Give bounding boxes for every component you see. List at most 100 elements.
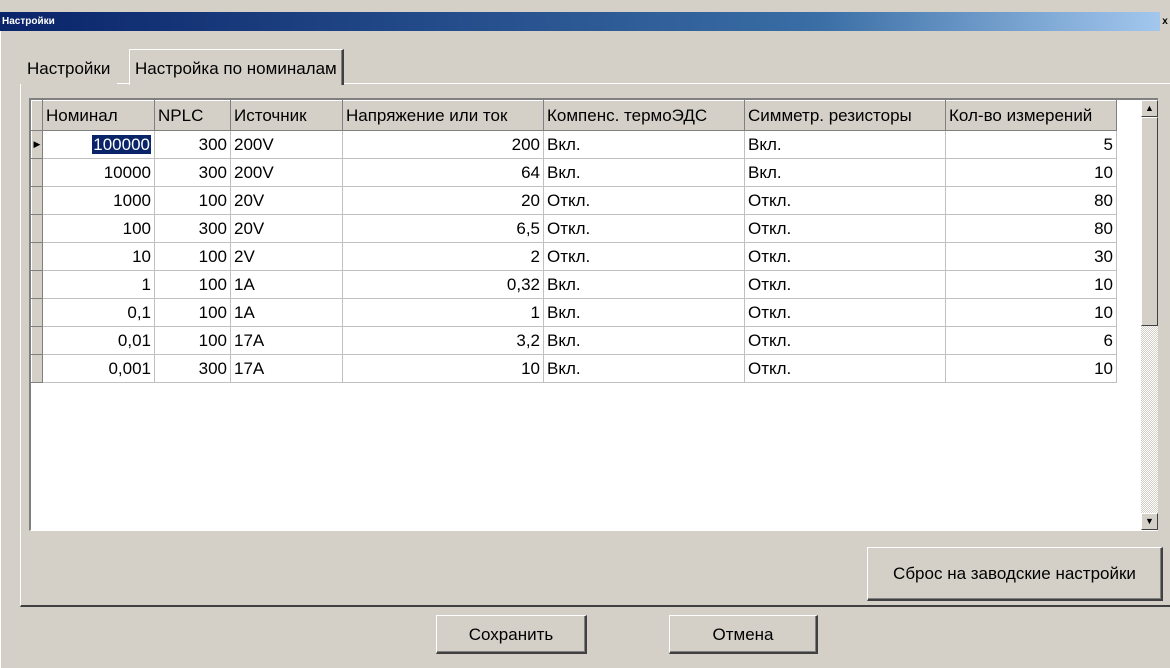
table-cell[interactable]: 100 bbox=[42, 214, 155, 243]
table-row[interactable]: 0,1 100 1A 1 Вкл. Откл. 10 bbox=[31, 298, 1117, 327]
table-row[interactable]: 10000 300 200V 64 Вкл. Вкл. 10 bbox=[31, 158, 1117, 187]
table-cell[interactable]: Вкл. bbox=[543, 158, 745, 187]
table-cell[interactable]: Вкл. bbox=[744, 158, 946, 187]
column-header[interactable]: Компенс. термоЭДС bbox=[543, 100, 745, 131]
table-cell[interactable]: 6,5 bbox=[342, 214, 544, 243]
table-cell[interactable]: 100 bbox=[154, 298, 231, 327]
cancel-button[interactable]: Отмена bbox=[669, 615, 818, 654]
table-cell[interactable]: 20V bbox=[230, 186, 343, 215]
table-row[interactable]: 10 100 2V 2 Откл. Откл. 30 bbox=[31, 242, 1117, 271]
table-cell[interactable]: 300 bbox=[154, 214, 231, 243]
table-cell[interactable]: 10 bbox=[342, 354, 544, 383]
scroll-up-icon[interactable]: ▲ bbox=[1141, 100, 1158, 117]
table-row[interactable]: 1000 100 20V 20 Откл. Откл. 80 bbox=[31, 186, 1117, 215]
table-cell[interactable]: 80 bbox=[945, 186, 1117, 215]
table-cell[interactable]: 17A bbox=[230, 326, 343, 355]
table-cell[interactable]: Откл. bbox=[744, 298, 946, 327]
table-cell[interactable]: 1A bbox=[230, 298, 343, 327]
table-cell[interactable]: Вкл. bbox=[543, 270, 745, 299]
table-cell[interactable]: Вкл. bbox=[744, 130, 946, 159]
row-indicator[interactable] bbox=[31, 354, 43, 383]
column-header[interactable]: NPLC bbox=[154, 100, 231, 131]
reset-defaults-button[interactable]: Сброс на заводские настройки bbox=[867, 547, 1163, 601]
tab-settings[interactable]: Настройки bbox=[20, 54, 118, 84]
column-header[interactable]: Номинал bbox=[42, 100, 155, 131]
table-cell[interactable]: Вкл. bbox=[543, 354, 745, 383]
table-cell[interactable]: 2 bbox=[342, 242, 544, 271]
table-cell[interactable]: 0,32 bbox=[342, 270, 544, 299]
table-cell[interactable]: Откл. bbox=[744, 186, 946, 215]
row-indicator[interactable] bbox=[31, 298, 43, 327]
table-row[interactable]: ▶ 100000 300 200V 200 Вкл. Вкл. 5 bbox=[31, 130, 1117, 159]
vertical-scrollbar[interactable]: ▲ ▼ bbox=[1141, 100, 1158, 530]
row-indicator[interactable] bbox=[31, 326, 43, 355]
table-row[interactable]: 0,01 100 17A 3,2 Вкл. Откл. 6 bbox=[31, 326, 1117, 355]
column-header[interactable]: Напряжение или ток bbox=[342, 100, 544, 131]
row-indicator[interactable] bbox=[31, 186, 43, 215]
table-cell[interactable]: 80 bbox=[945, 214, 1117, 243]
table-cell[interactable]: 0,001 bbox=[42, 354, 155, 383]
scroll-down-icon[interactable]: ▼ bbox=[1141, 513, 1158, 530]
table-cell[interactable]: 300 bbox=[154, 130, 231, 159]
table-row[interactable]: 1 100 1A 0,32 Вкл. Откл. 10 bbox=[31, 270, 1117, 299]
table-cell[interactable]: 1 bbox=[42, 270, 155, 299]
nominal-settings-grid[interactable]: Номинал NPLC Источник Напряжение или ток… bbox=[29, 98, 1158, 531]
table-cell[interactable]: 10 bbox=[42, 242, 155, 271]
table-cell[interactable]: 100000 bbox=[42, 130, 155, 159]
table-cell[interactable]: 64 bbox=[342, 158, 544, 187]
save-button[interactable]: Сохранить bbox=[436, 615, 587, 654]
table-cell[interactable]: 10 bbox=[945, 270, 1117, 299]
table-cell[interactable]: 200 bbox=[342, 130, 544, 159]
table-cell[interactable]: Вкл. bbox=[543, 326, 745, 355]
row-indicator[interactable] bbox=[31, 270, 43, 299]
table-cell[interactable]: 0,01 bbox=[42, 326, 155, 355]
table-cell[interactable]: 6 bbox=[945, 326, 1117, 355]
table-cell[interactable]: Откл. bbox=[543, 186, 745, 215]
table-cell[interactable]: 20V bbox=[230, 214, 343, 243]
table-cell[interactable]: 100 bbox=[154, 326, 231, 355]
table-cell[interactable]: 100 bbox=[154, 270, 231, 299]
table-cell[interactable]: 300 bbox=[154, 158, 231, 187]
table-cell[interactable]: 20 bbox=[342, 186, 544, 215]
current-row-indicator-icon[interactable]: ▶ bbox=[31, 130, 43, 159]
data-table: Номинал NPLC Источник Напряжение или ток… bbox=[31, 100, 1117, 383]
table-cell[interactable]: 5 bbox=[945, 130, 1117, 159]
scroll-thumb[interactable] bbox=[1141, 117, 1158, 326]
table-cell[interactable]: Откл. bbox=[744, 270, 946, 299]
table-cell[interactable]: 10 bbox=[945, 158, 1117, 187]
table-cell[interactable]: 200V bbox=[230, 130, 343, 159]
column-header[interactable]: Симметр. резисторы bbox=[744, 100, 946, 131]
table-cell[interactable]: Откл. bbox=[744, 354, 946, 383]
column-header[interactable]: Источник bbox=[230, 100, 343, 131]
table-cell[interactable]: 100 bbox=[154, 242, 231, 271]
table-cell[interactable]: Откл. bbox=[744, 214, 946, 243]
table-cell[interactable]: Откл. bbox=[744, 326, 946, 355]
table-cell[interactable]: 10 bbox=[945, 298, 1117, 327]
table-row[interactable]: 100 300 20V 6,5 Откл. Откл. 80 bbox=[31, 214, 1117, 243]
table-cell[interactable]: 1 bbox=[342, 298, 544, 327]
tab-settings-by-nominal[interactable]: Настройка по номиналам bbox=[129, 49, 344, 85]
table-cell[interactable]: Вкл. bbox=[543, 298, 745, 327]
table-cell[interactable]: Откл. bbox=[543, 214, 745, 243]
table-cell[interactable]: 17A bbox=[230, 354, 343, 383]
table-row[interactable]: 0,001 300 17A 10 Вкл. Откл. 10 bbox=[31, 354, 1117, 383]
table-cell[interactable]: Откл. bbox=[744, 242, 946, 271]
table-cell[interactable]: Откл. bbox=[543, 242, 745, 271]
table-cell[interactable]: 100 bbox=[154, 186, 231, 215]
table-cell[interactable]: 0,1 bbox=[42, 298, 155, 327]
table-cell[interactable]: 10 bbox=[945, 354, 1117, 383]
table-cell[interactable]: Вкл. bbox=[543, 130, 745, 159]
row-indicator[interactable] bbox=[31, 242, 43, 271]
close-icon[interactable]: x bbox=[1160, 12, 1170, 31]
table-cell[interactable]: 30 bbox=[945, 242, 1117, 271]
row-indicator[interactable] bbox=[31, 158, 43, 187]
table-cell[interactable]: 10000 bbox=[42, 158, 155, 187]
table-cell[interactable]: 300 bbox=[154, 354, 231, 383]
table-cell[interactable]: 3,2 bbox=[342, 326, 544, 355]
row-indicator[interactable] bbox=[31, 214, 43, 243]
table-cell[interactable]: 2V bbox=[230, 242, 343, 271]
table-cell[interactable]: 200V bbox=[230, 158, 343, 187]
table-cell[interactable]: 1000 bbox=[42, 186, 155, 215]
table-cell[interactable]: 1A bbox=[230, 270, 343, 299]
column-header[interactable]: Кол-во измерений bbox=[945, 100, 1117, 131]
